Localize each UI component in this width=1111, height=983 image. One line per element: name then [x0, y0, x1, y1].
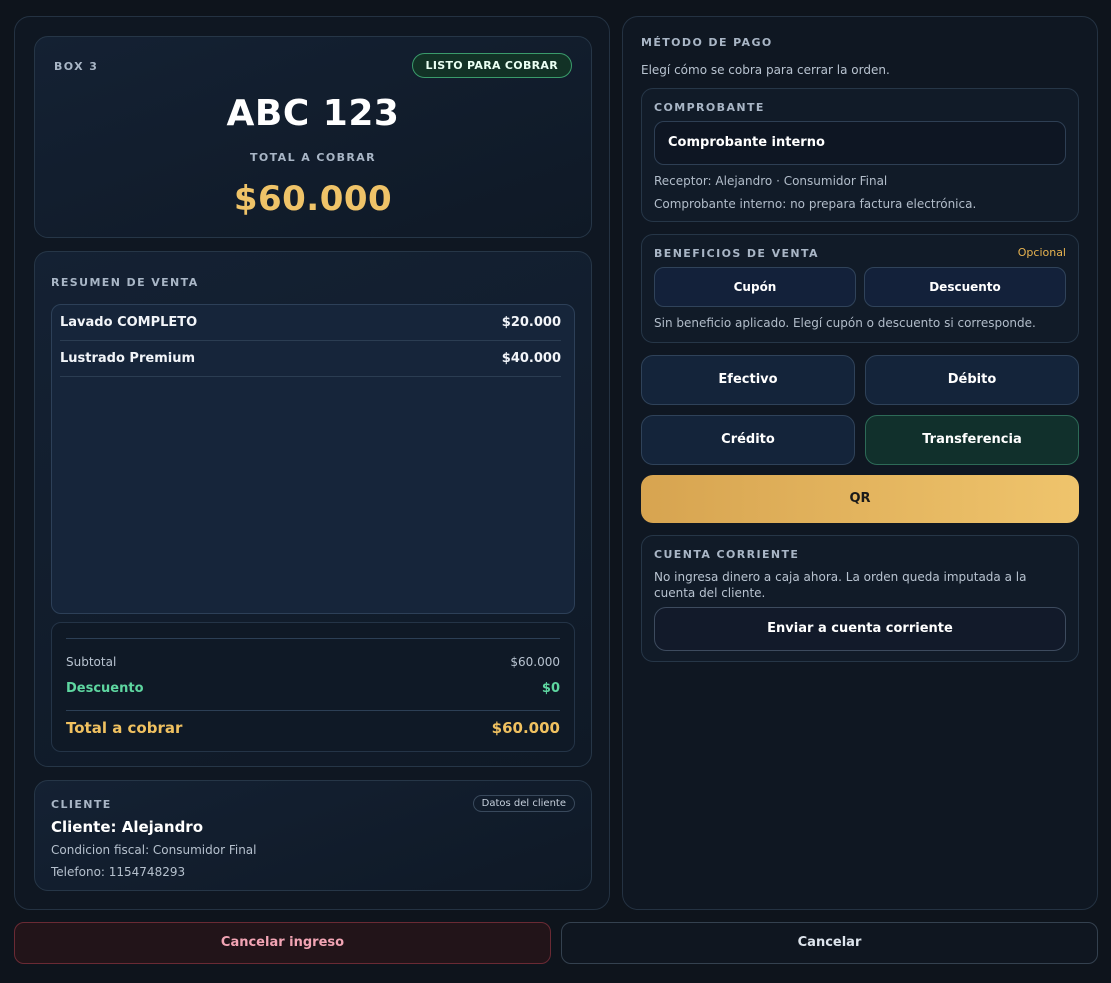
subtotal-value: $60.000	[510, 655, 560, 669]
discount-value: $0	[541, 681, 560, 696]
client-name: Cliente: Alejandro	[51, 818, 204, 836]
order-hero-card: BOX 3 LISTO PARA COBRAR ABC 123 TOTAL A …	[34, 36, 592, 238]
optional-tag: Opcional	[1017, 246, 1066, 259]
summary-title: RESUMEN DE VENTA	[51, 276, 199, 289]
payment-panel: MÉTODO DE PAGO Elegí cómo se cobra para …	[622, 16, 1098, 910]
client-phone: Telefono: 1154748293	[51, 865, 186, 879]
voucher-title: COMPROBANTE	[654, 101, 765, 114]
pay-credit-button[interactable]: Crédito	[641, 415, 855, 465]
voucher-note: Comprobante interno: no prepara factura …	[654, 197, 977, 211]
current-account-note: No ingresa dinero a caja ahora. La orden…	[654, 570, 1027, 600]
payment-title: MÉTODO DE PAGO	[641, 36, 773, 49]
benefits-note: Sin beneficio aplicado. Elegí cupón o de…	[654, 316, 1036, 330]
cancel-entry-button[interactable]: Cancelar ingreso	[14, 922, 551, 964]
sale-summary-card: RESUMEN DE VENTA Lavado COMPLETO $20.000…	[34, 251, 592, 767]
box-label: BOX 3	[54, 60, 99, 73]
cancel-button[interactable]: Cancelar	[561, 922, 1098, 964]
list-item: Lavado COMPLETO $20.000	[60, 305, 561, 341]
total-label: TOTAL A COBRAR	[249, 151, 377, 164]
divider	[66, 710, 560, 711]
benefits-title: BENEFICIOS DE VENTA	[654, 247, 819, 260]
coupon-button[interactable]: Cupón	[654, 267, 856, 307]
client-details-button[interactable]: Datos del cliente	[472, 795, 575, 812]
status-badge: LISTO PARA COBRAR	[411, 53, 572, 78]
subtotal-label: Subtotal	[66, 655, 117, 669]
discount-label: Descuento	[66, 681, 144, 696]
discount-button[interactable]: Descuento	[864, 267, 1066, 307]
item-price: $40.000	[501, 351, 561, 366]
voucher-receiver: Receptor: Alejandro · Consumidor Final	[654, 174, 888, 188]
license-plate: ABC 123	[226, 93, 400, 134]
discount-row: Descuento $0	[66, 681, 560, 696]
subtotal-row: Subtotal $60.000	[66, 655, 560, 669]
total-amount: $60.000	[233, 179, 393, 219]
pay-transfer-button[interactable]: Transferencia	[865, 415, 1079, 465]
send-to-current-account-button[interactable]: Enviar a cuenta corriente	[654, 607, 1066, 651]
payment-subtitle: Elegí cómo se cobra para cerrar la orden…	[641, 63, 890, 77]
total-row-label: Total a cobrar	[66, 719, 183, 737]
benefits-card: BENEFICIOS DE VENTA Opcional Cupón Descu…	[641, 234, 1079, 343]
items-list: Lavado COMPLETO $20.000 Lustrado Premium…	[51, 304, 575, 614]
client-title: CLIENTE	[51, 798, 112, 811]
item-name: Lavado COMPLETO	[60, 315, 198, 330]
order-panel: BOX 3 LISTO PARA COBRAR ABC 123 TOTAL A …	[14, 16, 610, 910]
list-item: Lustrado Premium $40.000	[60, 341, 561, 377]
client-tax-condition: Condicion fiscal: Consumidor Final	[51, 843, 257, 857]
divider	[66, 638, 560, 639]
item-price: $20.000	[501, 315, 561, 330]
totals-box: Subtotal $60.000 Descuento $0 Total a co…	[51, 622, 575, 752]
pay-cash-button[interactable]: Efectivo	[641, 355, 855, 405]
pay-qr-button[interactable]: QR	[641, 475, 1079, 523]
item-name: Lustrado Premium	[60, 351, 195, 366]
pay-debit-button[interactable]: Débito	[865, 355, 1079, 405]
current-account-card: CUENTA CORRIENTE No ingresa dinero a caj…	[641, 535, 1079, 662]
total-row-value: $60.000	[491, 719, 560, 737]
current-account-title: CUENTA CORRIENTE	[654, 548, 800, 561]
voucher-card: COMPROBANTE Comprobante interno Receptor…	[641, 88, 1079, 222]
total-row: Total a cobrar $60.000	[66, 719, 560, 737]
client-card: CLIENTE Datos del cliente Cliente: Aleja…	[34, 780, 592, 891]
voucher-select[interactable]: Comprobante interno	[654, 121, 1066, 165]
